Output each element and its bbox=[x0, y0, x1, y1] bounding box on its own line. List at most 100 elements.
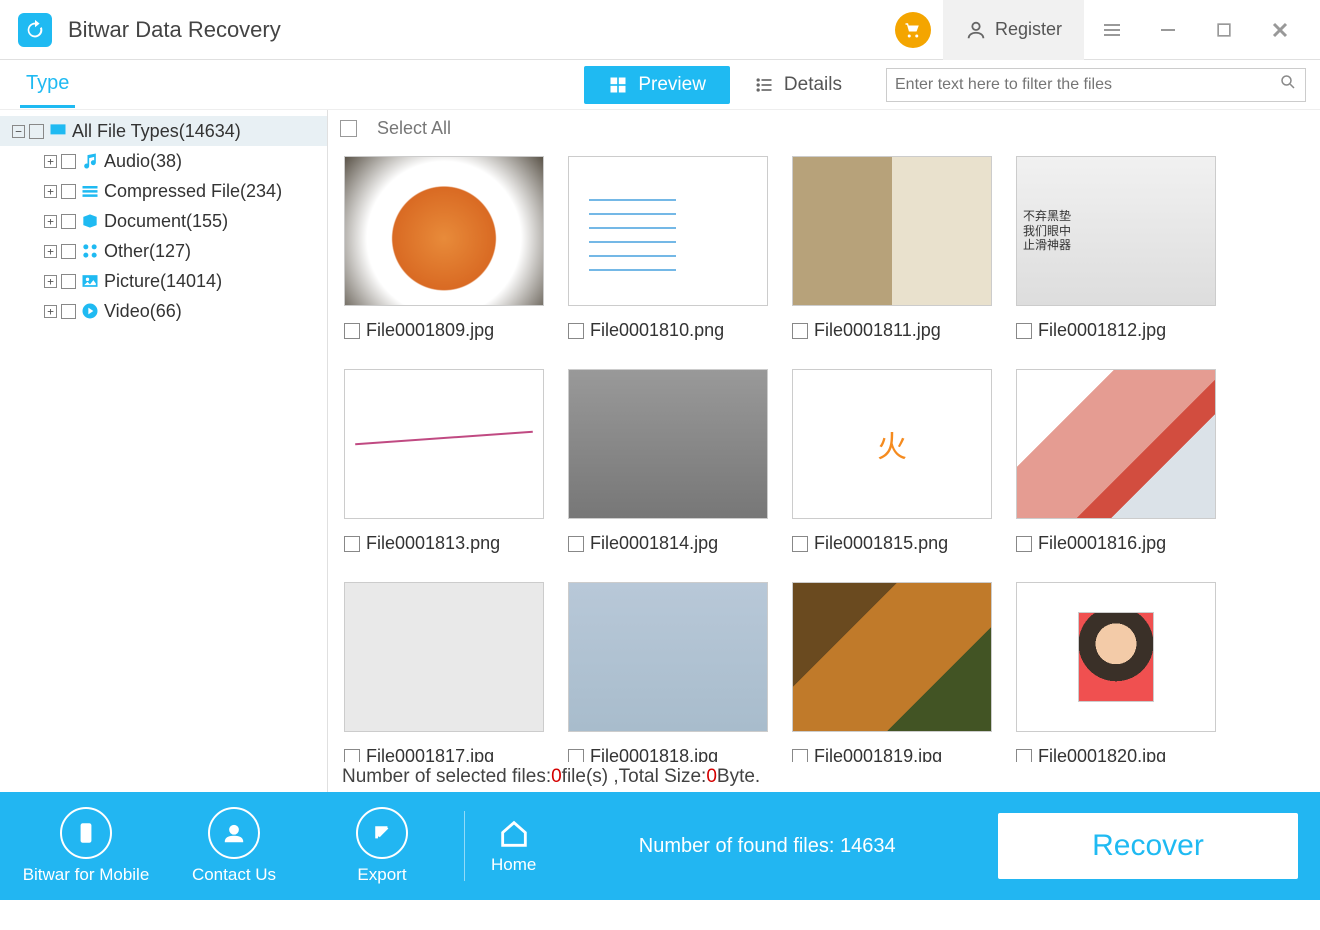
contact-us-button[interactable]: Contact Us bbox=[160, 807, 308, 885]
select-all-label[interactable]: Select All bbox=[377, 118, 451, 139]
tree-item-zip[interactable]: + Compressed File(234) bbox=[0, 176, 327, 206]
tree-checkbox[interactable] bbox=[61, 304, 76, 319]
tree-label: Audio(38) bbox=[104, 151, 182, 172]
tree-checkbox[interactable] bbox=[61, 184, 76, 199]
thumbnail-image[interactable] bbox=[792, 156, 992, 306]
tree-checkbox[interactable] bbox=[29, 124, 44, 139]
thumbnail-image[interactable] bbox=[344, 582, 544, 732]
tree-label: Document(155) bbox=[104, 211, 228, 232]
thumbnail-image[interactable] bbox=[568, 582, 768, 732]
thumbnail-image[interactable]: 不弃黑垫我们眼中止滑神器 bbox=[1016, 156, 1216, 306]
home-icon bbox=[497, 817, 531, 851]
search-box[interactable] bbox=[886, 68, 1306, 102]
other-icon bbox=[80, 241, 100, 261]
contact-icon bbox=[208, 807, 260, 859]
register-button[interactable]: Register bbox=[943, 0, 1084, 60]
tree-item-all[interactable]: − All File Types(14634) bbox=[0, 116, 327, 146]
view-details-button[interactable]: Details bbox=[730, 66, 866, 104]
tree-expand-icon[interactable]: + bbox=[44, 215, 57, 228]
file-item[interactable]: 不弃黑垫我们眼中止滑神器 File0001812.jpg bbox=[1016, 156, 1226, 341]
tree-item-doc[interactable]: + Document(155) bbox=[0, 206, 327, 236]
cart-button[interactable] bbox=[895, 12, 931, 48]
file-checkbox[interactable] bbox=[568, 323, 584, 339]
tree-expand-icon[interactable]: + bbox=[44, 305, 57, 318]
thumbnail-image[interactable] bbox=[344, 369, 544, 519]
select-all-checkbox[interactable] bbox=[340, 120, 357, 137]
file-checkbox[interactable] bbox=[568, 536, 584, 552]
thumbnail-image[interactable] bbox=[568, 156, 768, 306]
bitwar-mobile-button[interactable]: Bitwar for Mobile bbox=[12, 807, 160, 885]
thumbnail-image[interactable] bbox=[1016, 369, 1216, 519]
file-name: File0001811.jpg bbox=[814, 320, 941, 341]
file-name: File0001810.png bbox=[590, 320, 724, 341]
file-item[interactable]: File0001819.jpg bbox=[792, 582, 1002, 762]
menu-icon[interactable] bbox=[1084, 0, 1140, 60]
export-button[interactable]: Export bbox=[308, 807, 456, 885]
tree-expand-icon[interactable]: + bbox=[44, 245, 57, 258]
tree-item-pic[interactable]: +Picture(14014) bbox=[0, 266, 327, 296]
file-item[interactable]: File0001811.jpg bbox=[792, 156, 1002, 341]
file-item[interactable]: File0001817.jpg bbox=[344, 582, 554, 762]
tree-label: All File Types(14634) bbox=[72, 121, 241, 142]
file-checkbox[interactable] bbox=[568, 749, 584, 763]
details-label: Details bbox=[784, 74, 842, 96]
tab-type[interactable]: Type bbox=[20, 62, 75, 108]
file-checkbox[interactable] bbox=[792, 536, 808, 552]
file-name: File0001819.jpg bbox=[814, 746, 942, 762]
close-button[interactable] bbox=[1252, 0, 1308, 60]
file-checkbox[interactable] bbox=[344, 536, 360, 552]
file-checkbox[interactable] bbox=[344, 749, 360, 763]
thumbnail-image[interactable] bbox=[344, 156, 544, 306]
tree-expand-icon[interactable]: + bbox=[44, 275, 57, 288]
file-item[interactable]: 火File0001815.png bbox=[792, 369, 1002, 554]
tree-item-vid[interactable]: +Video(66) bbox=[0, 296, 327, 326]
file-checkbox[interactable] bbox=[1016, 323, 1032, 339]
tree-checkbox[interactable] bbox=[61, 244, 76, 259]
file-name: File0001812.jpg bbox=[1038, 320, 1166, 341]
file-name: File0001814.jpg bbox=[590, 533, 718, 554]
view-preview-button[interactable]: Preview bbox=[584, 66, 730, 104]
file-item[interactable]: File0001820.jpg bbox=[1016, 582, 1226, 762]
tree-collapse-icon[interactable]: − bbox=[12, 125, 25, 138]
tree-checkbox[interactable] bbox=[61, 214, 76, 229]
tree-expand-icon[interactable]: + bbox=[44, 155, 57, 168]
thumbnail-grid[interactable]: File0001809.jpg File0001810.png File000181… bbox=[328, 146, 1320, 762]
file-name: File0001816.jpg bbox=[1038, 533, 1166, 554]
file-checkbox[interactable] bbox=[1016, 536, 1032, 552]
preview-label: Preview bbox=[638, 74, 706, 96]
tree-label: Compressed File(234) bbox=[104, 181, 282, 202]
file-name: File0001818.jpg bbox=[590, 746, 718, 762]
search-icon[interactable] bbox=[1279, 73, 1297, 96]
thumbnail-image[interactable] bbox=[792, 582, 992, 732]
file-checkbox[interactable] bbox=[1016, 749, 1032, 763]
select-all-row: Select All bbox=[328, 110, 1320, 146]
mobile-icon bbox=[60, 807, 112, 859]
file-name: File0001809.jpg bbox=[366, 320, 494, 341]
tree-item-audio[interactable]: + Audio(38) bbox=[0, 146, 327, 176]
file-checkbox[interactable] bbox=[792, 323, 808, 339]
file-name: File0001817.jpg bbox=[366, 746, 494, 762]
selection-status: Number of selected files: 0file(s) ,Tota… bbox=[328, 762, 1320, 792]
maximize-button[interactable] bbox=[1196, 0, 1252, 60]
file-item[interactable]: File0001810.png bbox=[568, 156, 778, 341]
file-item[interactable]: File0001814.jpg bbox=[568, 369, 778, 554]
tree-checkbox[interactable] bbox=[61, 274, 76, 289]
file-item[interactable]: File0001813.png bbox=[344, 369, 554, 554]
file-checkbox[interactable] bbox=[344, 323, 360, 339]
tree-expand-icon[interactable]: + bbox=[44, 185, 57, 198]
tree-checkbox[interactable] bbox=[61, 154, 76, 169]
thumbnail-image[interactable] bbox=[568, 369, 768, 519]
file-checkbox[interactable] bbox=[792, 749, 808, 763]
file-item[interactable]: File0001818.jpg bbox=[568, 582, 778, 762]
search-input[interactable] bbox=[895, 76, 1279, 94]
file-item[interactable]: File0001809.jpg bbox=[344, 156, 554, 341]
thumbnail-image[interactable]: 火 bbox=[792, 369, 992, 519]
tree-item-other[interactable]: +Other(127) bbox=[0, 236, 327, 266]
home-button[interactable]: Home bbox=[491, 817, 536, 875]
thumbnail-image[interactable] bbox=[1016, 582, 1216, 732]
found-files-status: Number of found files: 14634 bbox=[536, 835, 998, 858]
recover-button[interactable]: Recover bbox=[998, 813, 1298, 879]
bottom-bar: Bitwar for Mobile Contact Us Export Home… bbox=[0, 792, 1320, 900]
file-item[interactable]: File0001816.jpg bbox=[1016, 369, 1226, 554]
minimize-button[interactable] bbox=[1140, 0, 1196, 60]
